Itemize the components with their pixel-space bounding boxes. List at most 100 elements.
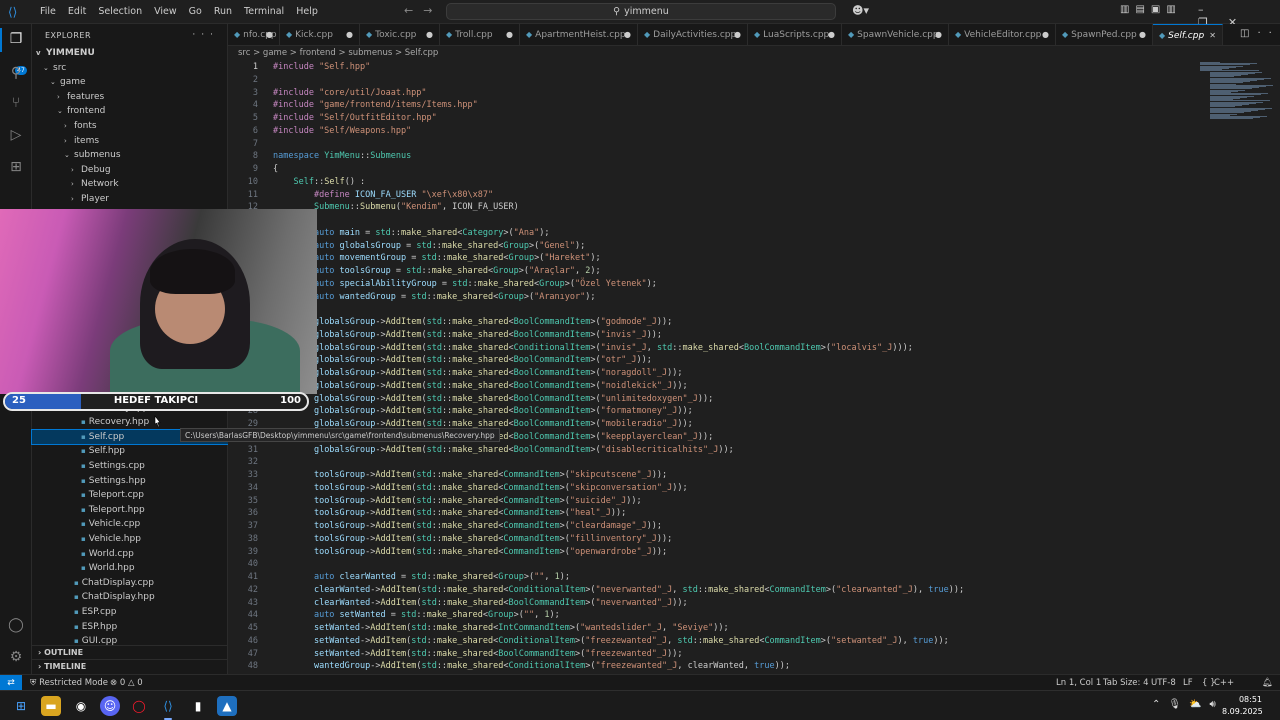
split-editor-icon[interactable]: ◫··· (1240, 28, 1280, 39)
restricted-mode[interactable]: ⛨ Restricted Mode (30, 675, 108, 691)
tab-spawnped-cpp[interactable]: ◆ SpawnPed.cpp ● (1056, 24, 1153, 45)
code-line[interactable]: auto globalsGroup = std::make_shared<Gro… (273, 241, 585, 251)
file-explorer-icon[interactable]: ▬ (41, 696, 61, 716)
menu-item-go[interactable]: Go (183, 6, 208, 17)
tree-file[interactable]: ▪ ESP.hpp (32, 620, 228, 635)
code-line[interactable]: globalsGroup->AddItem(std::make_shared<B… (273, 406, 693, 416)
tab-troll-cpp[interactable]: ◆ Troll.cpp ● (440, 24, 520, 45)
tree-folder[interactable]: › items (32, 134, 228, 149)
code-line[interactable]: globalsGroup->AddItem(std::make_shared<B… (273, 317, 672, 327)
code-line[interactable]: auto wantedGroup = std::make_shared<Grou… (273, 292, 596, 302)
tree-file[interactable]: ▪ Settings.cpp (32, 459, 228, 474)
tree-file[interactable]: ▪ World.cpp (32, 547, 228, 562)
menu-item-selection[interactable]: Selection (92, 6, 148, 17)
code-line[interactable]: globalsGroup->AddItem(std::make_shared<B… (273, 381, 688, 391)
layout-toggle-icons[interactable]: ▥▤▣▥ (1120, 4, 1182, 15)
code-line[interactable]: toolsGroup->AddItem(std::make_shared<Com… (273, 547, 667, 557)
unsaved-dot-icon[interactable]: ● (506, 24, 513, 45)
code-editor[interactable]: 1 #include "Self.hpp" 2 3 #include "core/uti… (228, 60, 1280, 674)
minimap[interactable] (1200, 60, 1273, 120)
tab-spawnvehicle-cpp[interactable]: ◆ SpawnVehicle.cpp ● (842, 24, 949, 45)
code-line[interactable]: clearWanted->AddItem(std::make_shared<Co… (273, 585, 964, 595)
tab-toxic-cpp[interactable]: ◆ Toxic.cpp ● (360, 24, 440, 45)
extensions-icon[interactable]: ⊞ (7, 158, 25, 176)
code-line[interactable]: globalsGroup->AddItem(std::make_shared<B… (273, 368, 683, 378)
bell-icon[interactable]: 🔔︎ (1262, 675, 1273, 691)
command-center-search[interactable]: ⚲ yimmenu (446, 3, 836, 20)
code-line[interactable]: toolsGroup->AddItem(std::make_shared<Com… (273, 470, 667, 480)
code-line[interactable]: #define ICON_FA_USER "\xef\x80\x87" (273, 190, 493, 200)
line-ending[interactable]: LF (1183, 675, 1193, 691)
breadcrumb[interactable]: src > game > frontend > submenus > Self.… (238, 48, 438, 60)
code-line[interactable]: #include "game/frontend/items/Items.hpp" (273, 100, 478, 110)
tree-folder[interactable]: › Player (32, 192, 228, 207)
menu-item-terminal[interactable]: Terminal (238, 6, 290, 17)
tree-file[interactable]: ▪ ChatDisplay.cpp (32, 576, 228, 591)
tab-dailyactivities-cpp[interactable]: ◆ DailyActivities.cpp ● (638, 24, 748, 45)
discord-icon[interactable]: ☺ (100, 696, 120, 716)
tree-file[interactable]: ▪ Vehicle.cpp (32, 517, 228, 532)
code-line[interactable]: #include "core/util/Joaat.hpp" (273, 88, 427, 98)
chrome-icon[interactable]: ◉ (71, 696, 91, 716)
tree-folder[interactable]: ⌄ submenus (32, 148, 228, 163)
source-control-icon[interactable]: ⑂ (7, 94, 25, 112)
unsaved-dot-icon[interactable]: ● (734, 24, 741, 45)
code-line[interactable]: globalsGroup->AddItem(std::make_shared<B… (273, 355, 652, 365)
code-line[interactable]: clearWanted->AddItem(std::make_shared<Bo… (273, 598, 688, 608)
code-line[interactable]: auto movementGroup = std::make_shared<Gr… (273, 253, 601, 263)
language-mode[interactable]: C++ (1214, 675, 1234, 691)
vscode-icon[interactable]: ⟨⟩ (158, 696, 178, 716)
unsaved-dot-icon[interactable]: ● (935, 24, 942, 45)
code-line[interactable]: #include "Self/OutfitEditor.hpp" (273, 113, 437, 123)
unsaved-dot-icon[interactable]: ● (426, 24, 433, 45)
code-line[interactable]: auto toolsGroup = std::make_shared<Group… (273, 266, 601, 276)
code-line[interactable]: #include "Self.hpp" (273, 62, 370, 72)
tree-folder[interactable]: ⌄ game (32, 75, 228, 90)
code-line[interactable]: globalsGroup->AddItem(std::make_shared<C… (273, 343, 913, 353)
unsaved-dot-icon[interactable]: ● (346, 24, 353, 45)
tab-luascripts-cpp[interactable]: ◆ LuaScripts.cpp ● (748, 24, 842, 45)
unsaved-dot-icon[interactable]: ● (624, 24, 631, 45)
tree-folder[interactable]: › Debug (32, 163, 228, 178)
tab-size[interactable]: Tab Size: 4 (1103, 675, 1149, 691)
encoding[interactable]: UTF-8 (1151, 675, 1176, 691)
code-line[interactable]: toolsGroup->AddItem(std::make_shared<Com… (273, 496, 642, 506)
code-line[interactable]: setWanted->AddItem(std::make_shared<Cond… (273, 636, 949, 646)
run-debug-icon[interactable]: ▷ (7, 126, 25, 144)
tree-root[interactable]: v YIMMENU (32, 46, 228, 61)
gear-icon[interactable]: ⚙ (7, 648, 25, 666)
system-clock[interactable]: 08:51 8.09.2025 (1222, 694, 1263, 718)
opera-icon[interactable]: ◯ (129, 696, 149, 716)
tree-folder[interactable]: ⌄ src (32, 61, 228, 76)
code-line[interactable]: setWanted->AddItem(std::make_shared<IntC… (273, 623, 729, 633)
code-line[interactable]: auto clearWanted = std::make_shared<Grou… (273, 572, 570, 582)
tree-file[interactable]: ▪ ESP.cpp (32, 605, 228, 620)
tree-file[interactable]: ▪ World.hpp (32, 561, 228, 576)
menu-item-file[interactable]: File (34, 6, 62, 17)
tree-file[interactable]: ▪ Vehicle.hpp (32, 532, 228, 547)
tree-folder[interactable]: › features (32, 90, 228, 105)
close-icon[interactable]: ✕ (1209, 25, 1216, 45)
code-line[interactable]: globalsGroup->AddItem(std::make_shared<B… (273, 445, 734, 455)
menu-item-run[interactable]: Run (208, 6, 238, 17)
code-line[interactable]: setWanted->AddItem(std::make_shared<Bool… (273, 649, 683, 659)
explorer-actions-icon[interactable]: ··· (192, 30, 219, 40)
menu-item-help[interactable]: Help (290, 6, 324, 17)
tab-apartmentheist-cpp[interactable]: ◆ ApartmentHeist.cpp ● (520, 24, 638, 45)
unsaved-dot-icon[interactable]: ● (266, 24, 273, 45)
tree-folder[interactable]: ⌄ frontend (32, 104, 228, 119)
tab-vehicleeditor-cpp[interactable]: ◆ VehicleEditor.cpp ● (949, 24, 1056, 45)
tree-file[interactable]: ▪ Self.hpp (32, 444, 228, 459)
code-line[interactable]: Self::Self() : (273, 177, 365, 187)
copilot-icon[interactable]: ☻▾ (852, 4, 869, 17)
outline-section[interactable]: › OUTLINE (32, 645, 228, 659)
search-icon[interactable]: ⚲ (7, 64, 25, 82)
code-line[interactable]: toolsGroup->AddItem(std::make_shared<Com… (273, 483, 688, 493)
tree-file[interactable]: ▪ ChatDisplay.hpp (32, 590, 228, 605)
explorer-icon[interactable]: ❐ (7, 30, 25, 48)
code-line[interactable]: auto specialAbilityGroup = std::make_sha… (273, 279, 657, 289)
code-line[interactable]: globalsGroup->AddItem(std::make_shared<B… (273, 394, 713, 404)
tab-self-cpp[interactable]: ◆ Self.cpp ✕ (1153, 24, 1223, 45)
code-line[interactable]: #include "Self/Weapons.hpp" (273, 126, 411, 136)
tab-nfo-cpp[interactable]: ◆ nfo.cpp ● (228, 24, 280, 45)
